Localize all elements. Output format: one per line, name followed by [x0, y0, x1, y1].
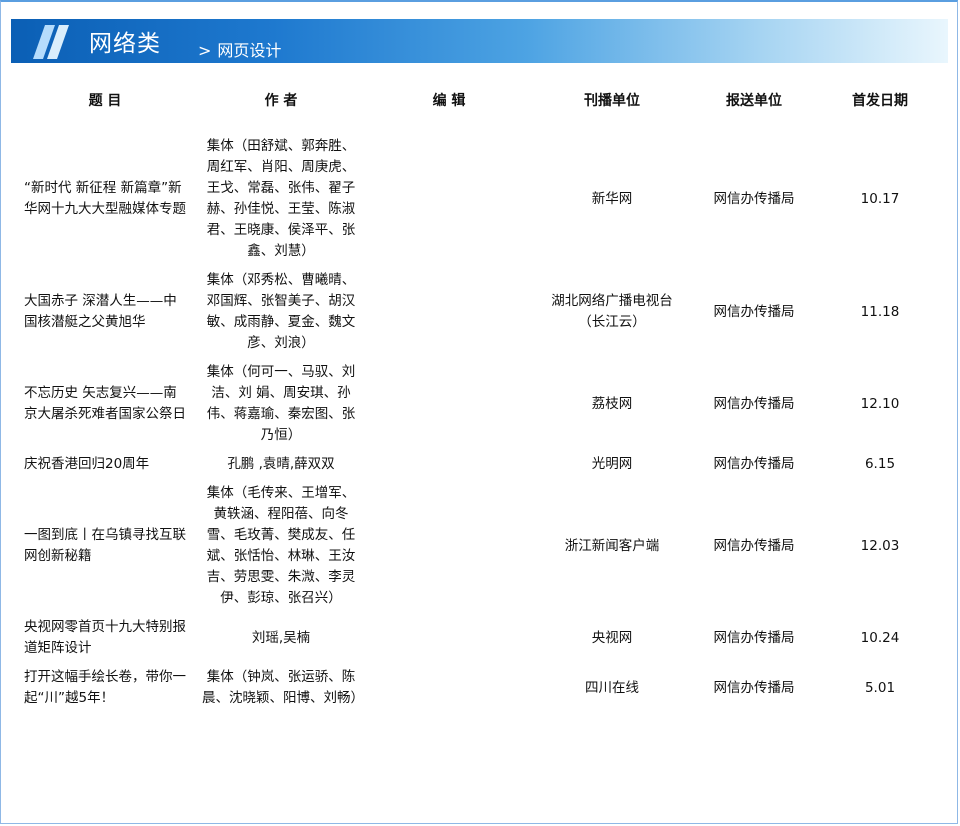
- header-spacer: [14, 120, 944, 132]
- cell-publisher: 荔枝网: [591, 395, 633, 412]
- table-row: 打开这幅手绘长卷，带你一起“川”越5年！ 集体（钟岚、张运骄、陈晨、沈晓颖、阳博…: [14, 663, 944, 713]
- cell-publisher: 央视网: [591, 629, 633, 646]
- cell-date: 11.18: [860, 303, 900, 320]
- column-header-date: 首发日期: [852, 93, 908, 109]
- cell-submitter: 网信办传播局: [713, 679, 795, 696]
- cell-date: 12.03: [860, 537, 900, 554]
- table-row: 一图到底丨在乌镇寻找互联网创新秘籍 集体（毛传来、王增军、黄轶涵、程阳蓓、向冬雪…: [14, 479, 944, 613]
- cell-date: 10.17: [860, 190, 900, 207]
- cell-submitter: 网信办传播局: [713, 537, 795, 554]
- cell-title: 央视网零首页十九大特别报道矩阵设计: [24, 619, 186, 656]
- cell-author: 集体（田舒斌、郭奔胜、周红军、肖阳、周庚虎、王戈、常磊、张伟、翟子赫、孙佳悦、王…: [206, 138, 356, 259]
- column-header-publisher: 刊播单位: [584, 93, 640, 109]
- column-header-submitter: 报送单位: [726, 93, 782, 109]
- cell-editor: [366, 358, 532, 450]
- cell-title: 打开这幅手绘长卷，带你一起“川”越5年！: [24, 669, 186, 706]
- column-header-title: 题 目: [88, 93, 122, 109]
- cell-title: 不忘历史 矢志复兴——南京大屠杀死难者国家公祭日: [24, 385, 186, 422]
- category-title: 网络类: [89, 31, 161, 57]
- cell-editor: [366, 613, 532, 663]
- cell-date: 12.10: [860, 395, 900, 412]
- cell-date: 5.01: [864, 679, 896, 696]
- table-row: “新时代 新征程 新篇章”新华网十九大大型融媒体专题 集体（田舒斌、郭奔胜、周红…: [14, 132, 944, 266]
- cell-editor: [366, 450, 532, 479]
- cell-editor: [366, 663, 532, 713]
- cell-author: 集体（毛传来、王增军、黄轶涵、程阳蓓、向冬雪、毛玫菁、樊成友、任斌、张恬怡、林琳…: [206, 485, 356, 606]
- cell-date: 10.24: [860, 629, 900, 646]
- awards-table: 题 目 作 者 编 辑 刊播单位 报送单位 首发日期 “新时代 新征程 新篇章”…: [14, 80, 944, 713]
- table-row: 不忘历史 矢志复兴——南京大屠杀死难者国家公祭日 集体（何可一、马驭、刘 洁、刘…: [14, 358, 944, 450]
- cell-submitter: 网信办传播局: [713, 456, 795, 472]
- cell-publisher: 四川在线: [585, 679, 639, 696]
- spacer-cell: [14, 120, 944, 132]
- cell-author: 集体（何可一、马驭、刘 洁、刘 娟、周安琪、孙 伟、蒋嘉瑜、秦宏图、张乃恒）: [206, 364, 356, 443]
- cell-submitter: 网信办传播局: [713, 190, 795, 207]
- cell-title: “新时代 新征程 新篇章”新华网十九大大型融媒体专题: [24, 180, 186, 217]
- cell-submitter: 网信办传播局: [713, 629, 795, 646]
- subcategory-text: 网页设计: [217, 41, 282, 60]
- cell-author: 集体（钟岚、张运骄、陈晨、沈晓颖、阳博、刘畅）: [202, 669, 364, 706]
- cell-title: 一图到底丨在乌镇寻找互联网创新秘籍: [24, 527, 186, 564]
- cell-submitter: 网信办传播局: [713, 303, 795, 320]
- cell-publisher: 新华网: [591, 190, 633, 207]
- parallelogram-logo-icon: [33, 25, 69, 59]
- table-row: 庆祝香港回归20周年 孔鹏 ,袁晴,薛双双 光明网 网信办传播局 6.15: [14, 450, 944, 479]
- cell-editor: [366, 132, 532, 266]
- cell-publisher: 浙江新闻客户端: [564, 537, 660, 554]
- cell-editor: [366, 479, 532, 613]
- cell-publisher: 湖北网络广播电视台（长江云）: [551, 293, 673, 330]
- cell-author: 集体（邓秀松、曹曦晴、邓国辉、张智美子、胡汉敏、成雨静、夏金、魏文彦、刘浪）: [206, 272, 356, 351]
- cell-author: 孔鹏 ,袁晴,薛双双: [227, 456, 335, 472]
- cell-date: 6.15: [864, 456, 896, 472]
- cell-publisher: 光明网: [591, 456, 633, 472]
- subcategory-label: > 网页设计: [198, 37, 281, 61]
- cell-title: 庆祝香港回归20周年: [24, 456, 150, 472]
- chevron-right-icon: >: [198, 41, 212, 60]
- column-header-author: 作 者: [264, 93, 298, 109]
- cell-editor: [366, 266, 532, 358]
- column-header-editor: 编 辑: [432, 93, 466, 109]
- table-row: 大国赤子 深潜人生——中国核潜艇之父黄旭华 集体（邓秀松、曹曦晴、邓国辉、张智美…: [14, 266, 944, 358]
- cell-submitter: 网信办传播局: [713, 395, 795, 412]
- table-row: 央视网零首页十九大特别报道矩阵设计 刘瑶,吴楠 央视网 网信办传播局 10.24: [14, 613, 944, 663]
- table-header-row: 题 目 作 者 编 辑 刊播单位 报送单位 首发日期: [14, 80, 944, 120]
- cell-author: 刘瑶,吴楠: [251, 629, 311, 646]
- section-banner: 网络类 > 网页设计: [11, 19, 948, 63]
- cell-title: 大国赤子 深潜人生——中国核潜艇之父黄旭华: [24, 293, 177, 330]
